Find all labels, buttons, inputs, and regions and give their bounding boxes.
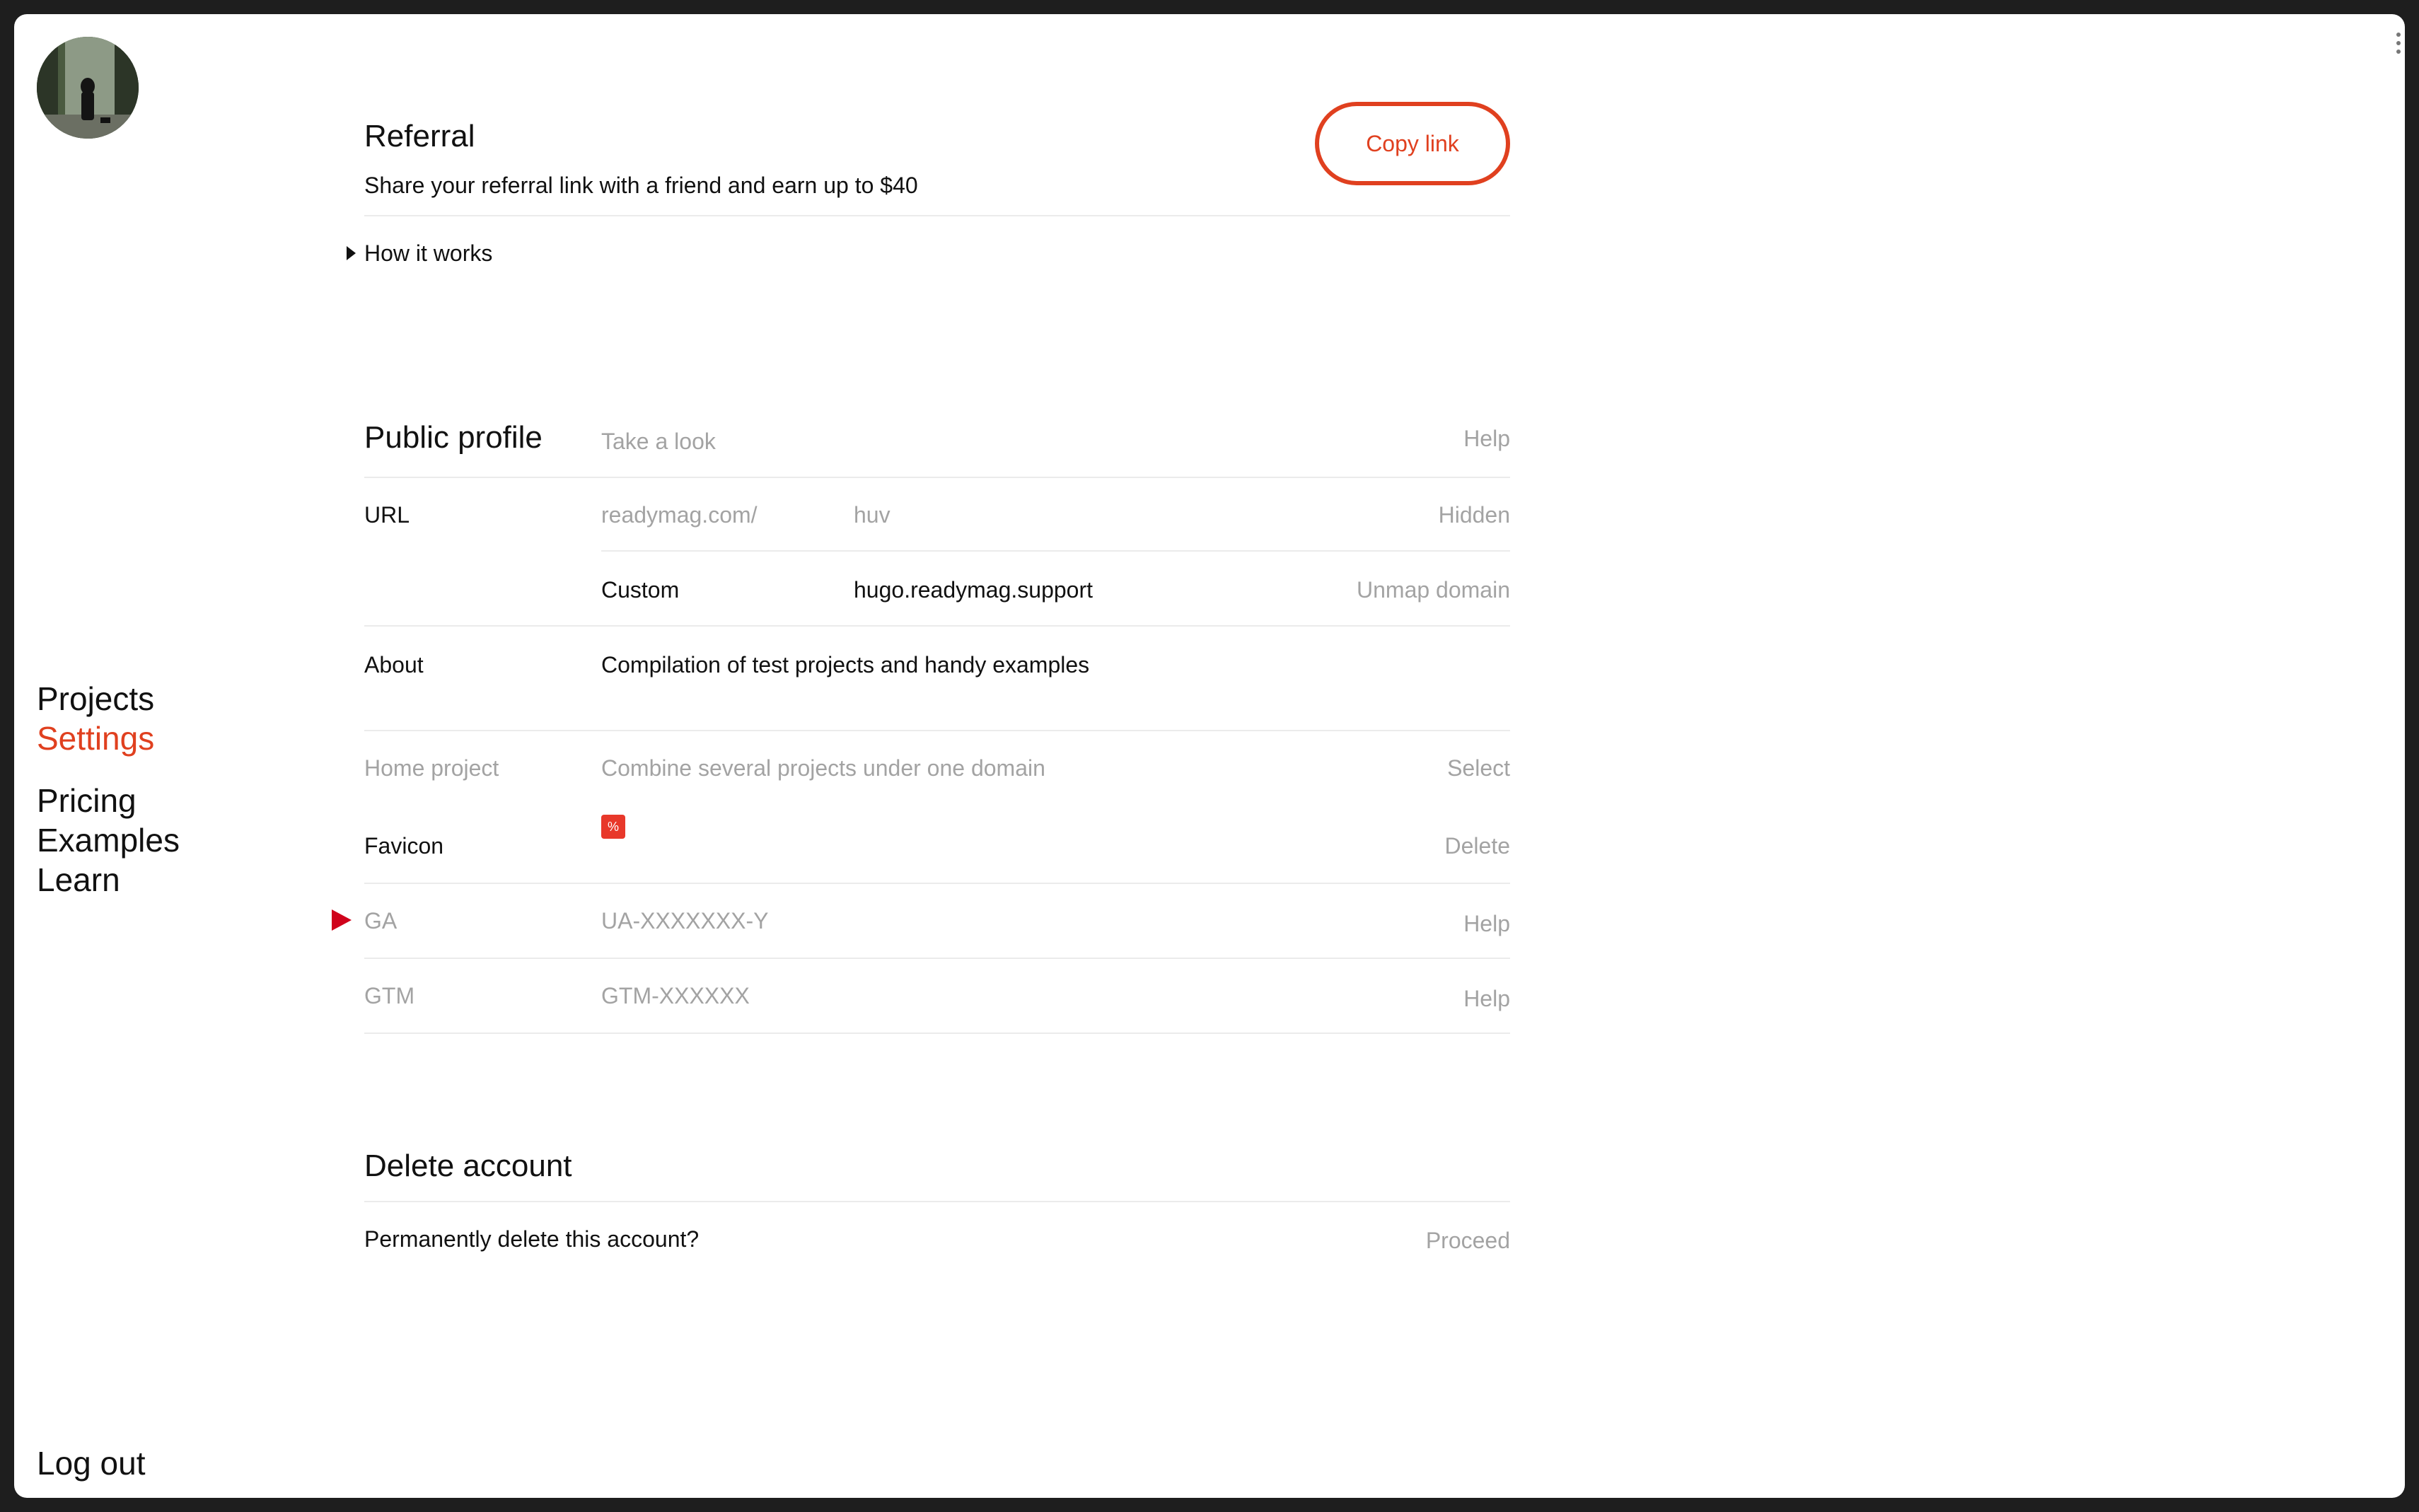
nav-learn[interactable]: Learn bbox=[37, 860, 180, 900]
public-profile-title: Public profile bbox=[364, 420, 543, 455]
divider bbox=[364, 215, 1510, 216]
divider bbox=[364, 1201, 1510, 1202]
delete-account-title: Delete account bbox=[364, 1148, 572, 1183]
nav-projects[interactable]: Projects bbox=[37, 679, 180, 719]
take-a-look-link[interactable]: Take a look bbox=[601, 429, 716, 455]
app-window: Projects Settings Pricing Examples Learn… bbox=[14, 14, 2405, 1498]
proceed-delete-link[interactable]: Proceed bbox=[1426, 1228, 1510, 1254]
public-profile-help-link[interactable]: Help bbox=[1463, 426, 1510, 452]
divider bbox=[364, 477, 1510, 478]
nav-settings[interactable]: Settings bbox=[37, 719, 180, 758]
disclosure-triangle-icon[interactable] bbox=[347, 246, 356, 260]
gtm-label: GTM bbox=[364, 983, 415, 1008]
logout-link[interactable]: Log out bbox=[37, 1444, 145, 1482]
home-project-label: Home project bbox=[364, 755, 499, 781]
url-visibility-toggle[interactable]: Hidden bbox=[1439, 502, 1510, 528]
about-label: About bbox=[364, 652, 424, 678]
gtm-input[interactable]: GTM-XXXXXX bbox=[601, 983, 750, 1009]
window-resize-handle[interactable] bbox=[2396, 33, 2402, 58]
url-slug-input[interactable]: huv bbox=[854, 502, 891, 528]
home-project-placeholder: Combine several projects under one domai… bbox=[601, 755, 1045, 781]
custom-domain-value[interactable]: hugo.readymag.support bbox=[854, 577, 1093, 603]
custom-domain-label: Custom bbox=[601, 577, 680, 603]
nav-pricing[interactable]: Pricing bbox=[37, 781, 180, 820]
divider bbox=[364, 958, 1510, 959]
divider bbox=[601, 550, 1510, 552]
how-it-works-toggle[interactable]: How it works bbox=[364, 240, 492, 267]
nav-examples[interactable]: Examples bbox=[37, 820, 180, 860]
delete-account-question: Permanently delete this account? bbox=[364, 1226, 700, 1252]
ga-input[interactable]: UA-XXXXXXX-Y bbox=[601, 908, 769, 934]
referral-description: Share your referral link with a friend a… bbox=[364, 173, 918, 198]
avatar[interactable] bbox=[37, 37, 139, 139]
favicon-image[interactable]: % bbox=[601, 815, 625, 839]
copy-link-button[interactable]: Copy link bbox=[1315, 102, 1510, 185]
divider bbox=[364, 730, 1510, 731]
divider bbox=[364, 1033, 1510, 1034]
play-marker-icon bbox=[332, 909, 352, 931]
ga-help-link[interactable]: Help bbox=[1463, 911, 1510, 937]
home-project-select-link[interactable]: Select bbox=[1447, 755, 1510, 781]
divider bbox=[364, 883, 1510, 884]
divider bbox=[364, 625, 1510, 627]
ga-label: GA bbox=[364, 908, 398, 934]
referral-title: Referral bbox=[364, 119, 475, 153]
url-prefix: readymag.com/ bbox=[601, 502, 758, 528]
favicon-delete-link[interactable]: Delete bbox=[1445, 833, 1511, 859]
gtm-help-link[interactable]: Help bbox=[1463, 986, 1510, 1012]
favicon-label: Favicon bbox=[364, 833, 444, 859]
url-label: URL bbox=[364, 502, 410, 528]
about-input[interactable]: Compilation of test projects and handy e… bbox=[601, 652, 1089, 678]
unmap-domain-link[interactable]: Unmap domain bbox=[1357, 577, 1510, 603]
main-nav: Projects Settings Pricing Examples Learn bbox=[37, 679, 180, 900]
